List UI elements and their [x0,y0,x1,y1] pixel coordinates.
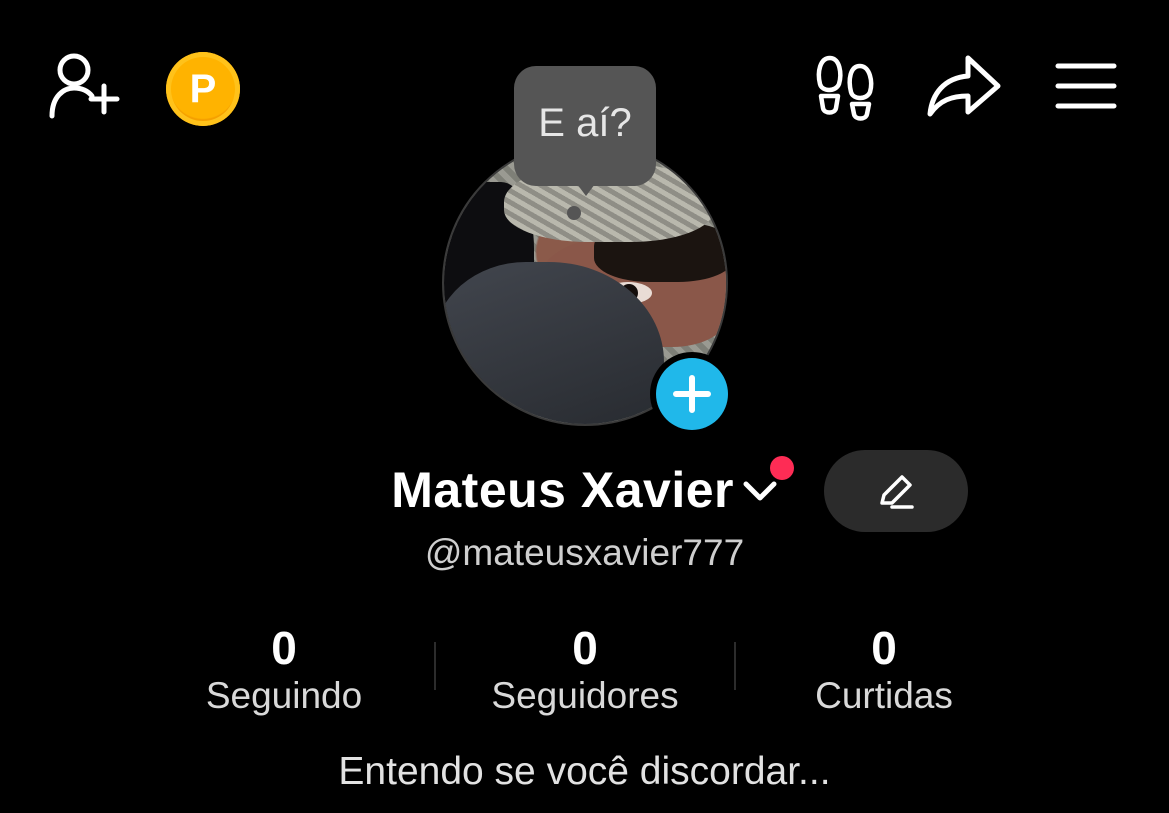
notification-dot [770,456,794,480]
add-story-button[interactable] [650,352,734,436]
bio-text: Entendo se você discordar... [338,750,831,793]
add-person-icon [49,53,120,119]
account-switcher[interactable]: Mateus Xavier [300,460,780,520]
share-profile-button[interactable] [924,50,1004,122]
edit-profile-button[interactable] [824,450,968,532]
footprints-icon [816,55,874,121]
share-icon [927,55,1001,117]
status-bubble-text: E aí? [538,100,632,145]
add-friend-button[interactable] [44,50,124,122]
profile-views-button[interactable] [812,52,880,122]
stat-likes[interactable]: 0 Curtidas [734,620,1034,718]
stat-followers[interactable]: 0 Seguidores [435,620,735,718]
pencil-icon [880,475,914,509]
status-bubble-dot [567,206,581,220]
plus-icon [673,375,711,413]
stat-following[interactable]: 0 Seguindo [134,620,434,718]
stat-label: Curtidas [815,675,953,716]
stat-value: 0 [871,622,897,674]
stat-label: Seguindo [205,675,363,716]
coin-button[interactable]: P [166,52,240,126]
stat-value: 0 [271,622,297,674]
display-name: Mateus Xavier [391,462,734,518]
status-bubble[interactable]: E aí? [514,66,656,186]
menu-icon [1055,63,1117,109]
menu-button[interactable] [1052,56,1120,116]
status-bubble-tail [574,180,598,196]
stat-label: Seguidores [491,675,679,716]
stat-value: 0 [572,622,598,674]
coin-icon: P [189,66,217,111]
username-handle: @mateusxavier777 [424,532,745,573]
